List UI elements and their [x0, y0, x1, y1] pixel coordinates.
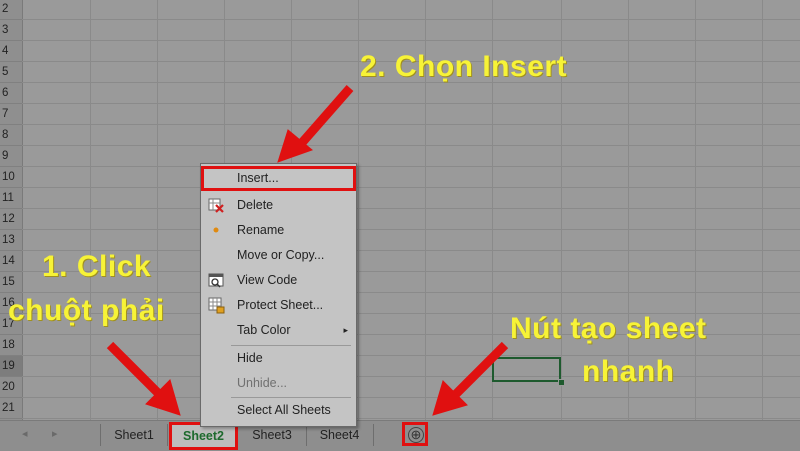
arrow-to-sheet2-tab: [106, 341, 181, 416]
arrow-to-new-sheet-button: [432, 341, 509, 416]
arrow-to-insert: [277, 85, 354, 163]
annotation-arrows: [106, 85, 509, 416]
